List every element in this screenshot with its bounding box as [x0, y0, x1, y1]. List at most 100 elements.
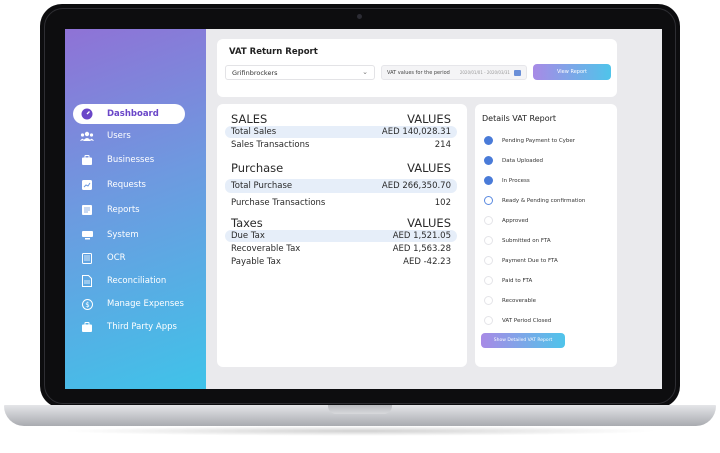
sales-header-label: SALES — [231, 112, 268, 126]
row-label: Purchase Transactions — [231, 198, 326, 208]
step-label: VAT Period Closed — [502, 317, 552, 324]
report-card: VAT Return Report Grifinbrockers ⌄ VAT v… — [217, 39, 617, 97]
sidebar-item-label: OCR — [107, 253, 126, 263]
chart-icon — [79, 178, 95, 192]
step-label: Paid to FTA — [502, 277, 533, 284]
step-label: Pending Payment to Cyber — [502, 137, 576, 144]
sidebar-item-label: Third Party Apps — [107, 322, 177, 332]
step-label: Payment Due to FTA — [502, 257, 558, 264]
sidebar-item-reconciliation[interactable]: Reconciliation — [73, 271, 185, 291]
sidebar-item-businesses[interactable]: Businesses — [73, 150, 185, 170]
sidebar-item-label: Businesses — [107, 155, 155, 165]
step-label: In Process — [502, 177, 530, 184]
values-card: SALES VALUES Total Sales AED 140,028.31 … — [217, 104, 467, 367]
sidebar-item-label: Reports — [107, 205, 140, 215]
apps-icon — [79, 320, 95, 334]
sidebar-item-label: Dashboard — [107, 109, 159, 119]
ocr-icon — [79, 251, 95, 265]
pending-icon — [484, 236, 493, 245]
row-label: Total Sales — [231, 127, 277, 137]
taxes-header: Taxes VALUES — [225, 216, 457, 230]
sidebar-item-manage-expenses[interactable]: $ Manage Expenses — [73, 294, 185, 314]
laptop-notch — [328, 405, 392, 414]
briefcase-icon — [79, 153, 95, 167]
step-item: Submitted on FTA — [484, 236, 551, 245]
taxes-header-label: Taxes — [231, 216, 263, 230]
dollar-icon: $ — [79, 297, 95, 311]
step-item: Paid to FTA — [484, 276, 532, 285]
table-row: Purchase Transactions 102 — [225, 196, 457, 210]
period-label: VAT values for the period — [387, 69, 450, 76]
sidebar-item-label: Reconciliation — [107, 276, 167, 286]
details-title: Details VAT Report — [482, 114, 557, 123]
svg-text:$: $ — [85, 301, 89, 309]
purchase-header-label: Purchase — [231, 161, 284, 175]
pending-icon — [484, 216, 493, 225]
sidebar-item-system[interactable]: System — [73, 225, 185, 245]
document-icon — [79, 203, 95, 217]
row-value: AED 1,521.05 — [392, 231, 451, 241]
table-row: Total Sales AED 140,028.31 — [225, 126, 457, 138]
row-label: Sales Transactions — [231, 140, 310, 150]
check-icon — [484, 136, 493, 145]
row-value: 214 — [434, 140, 451, 150]
step-item: In Process — [484, 176, 530, 185]
screen: Dashboard Users Businesses Requests Repo… — [65, 29, 662, 389]
check-icon — [484, 156, 493, 165]
step-label: Recoverable — [502, 297, 537, 304]
view-report-button[interactable]: View Report — [533, 64, 611, 80]
chevron-down-icon: ⌄ — [362, 68, 368, 76]
sidebar-item-reports[interactable]: Reports — [73, 200, 185, 220]
row-value: AED 1,563.28 — [392, 244, 451, 254]
step-label: Data Uploaded — [502, 157, 544, 164]
sidebar-item-label: System — [107, 230, 139, 240]
purchase-values-header: VALUES — [407, 161, 451, 175]
step-label: Approved — [502, 217, 529, 224]
pending-icon — [484, 316, 493, 325]
sidebar-item-users[interactable]: Users — [73, 126, 185, 146]
sidebar-item-third-party-apps[interactable]: Third Party Apps — [73, 317, 185, 337]
page-title: VAT Return Report — [229, 47, 318, 57]
step-item: Payment Due to FTA — [484, 256, 558, 265]
step-item: Data Uploaded — [484, 156, 543, 165]
row-value: 102 — [434, 198, 451, 208]
row-value: AED 140,028.31 — [381, 127, 451, 137]
row-label: Due Tax — [231, 231, 265, 241]
row-value: AED -42.23 — [403, 257, 451, 267]
sidebar: Dashboard Users Businesses Requests Repo… — [65, 29, 206, 389]
table-row: Recoverable Tax AED 1,563.28 — [225, 243, 457, 255]
show-detailed-report-button[interactable]: Show Detailed VAT Report — [481, 333, 565, 348]
row-label: Total Purchase — [231, 181, 293, 191]
period-field[interactable]: VAT values for the period 2020/01/01 - 2… — [381, 65, 527, 80]
pending-icon — [484, 296, 493, 305]
table-row: Sales Transactions 214 — [225, 139, 457, 151]
pending-icon — [484, 276, 493, 285]
camera-icon — [357, 14, 362, 19]
taxes-values-header: VALUES — [407, 216, 451, 230]
sidebar-item-label: Users — [107, 131, 131, 141]
step-item: VAT Period Closed — [484, 316, 551, 325]
sidebar-item-label: Requests — [107, 180, 146, 190]
sidebar-item-ocr[interactable]: OCR — [73, 248, 185, 268]
step-item: Pending Payment to Cyber — [484, 136, 575, 145]
users-icon — [79, 129, 95, 143]
calendar-icon — [514, 69, 521, 78]
company-select[interactable]: Grifinbrockers ⌄ — [225, 65, 375, 80]
company-select-value: Grifinbrockers — [232, 68, 278, 77]
row-label: Recoverable Tax — [231, 244, 301, 254]
check-icon — [484, 176, 493, 185]
sales-values-header: VALUES — [407, 112, 451, 126]
step-label: Ready & Pending confirmation — [502, 197, 586, 204]
file-icon — [79, 274, 95, 288]
gauge-icon — [79, 107, 95, 121]
table-row: Due Tax AED 1,521.05 — [225, 230, 457, 242]
table-row: Total Purchase AED 266,350.70 — [225, 179, 457, 193]
period-value: 2020/01/01 - 2020/03/31 — [459, 70, 510, 75]
purchase-header: Purchase VALUES — [225, 161, 457, 175]
row-label: Payable Tax — [231, 257, 281, 267]
sidebar-item-requests[interactable]: Requests — [73, 175, 185, 195]
step-label: Submitted on FTA — [502, 237, 551, 244]
step-item: Approved — [484, 216, 528, 225]
sidebar-item-dashboard[interactable]: Dashboard — [73, 104, 185, 124]
laptop-shadow — [60, 426, 660, 436]
